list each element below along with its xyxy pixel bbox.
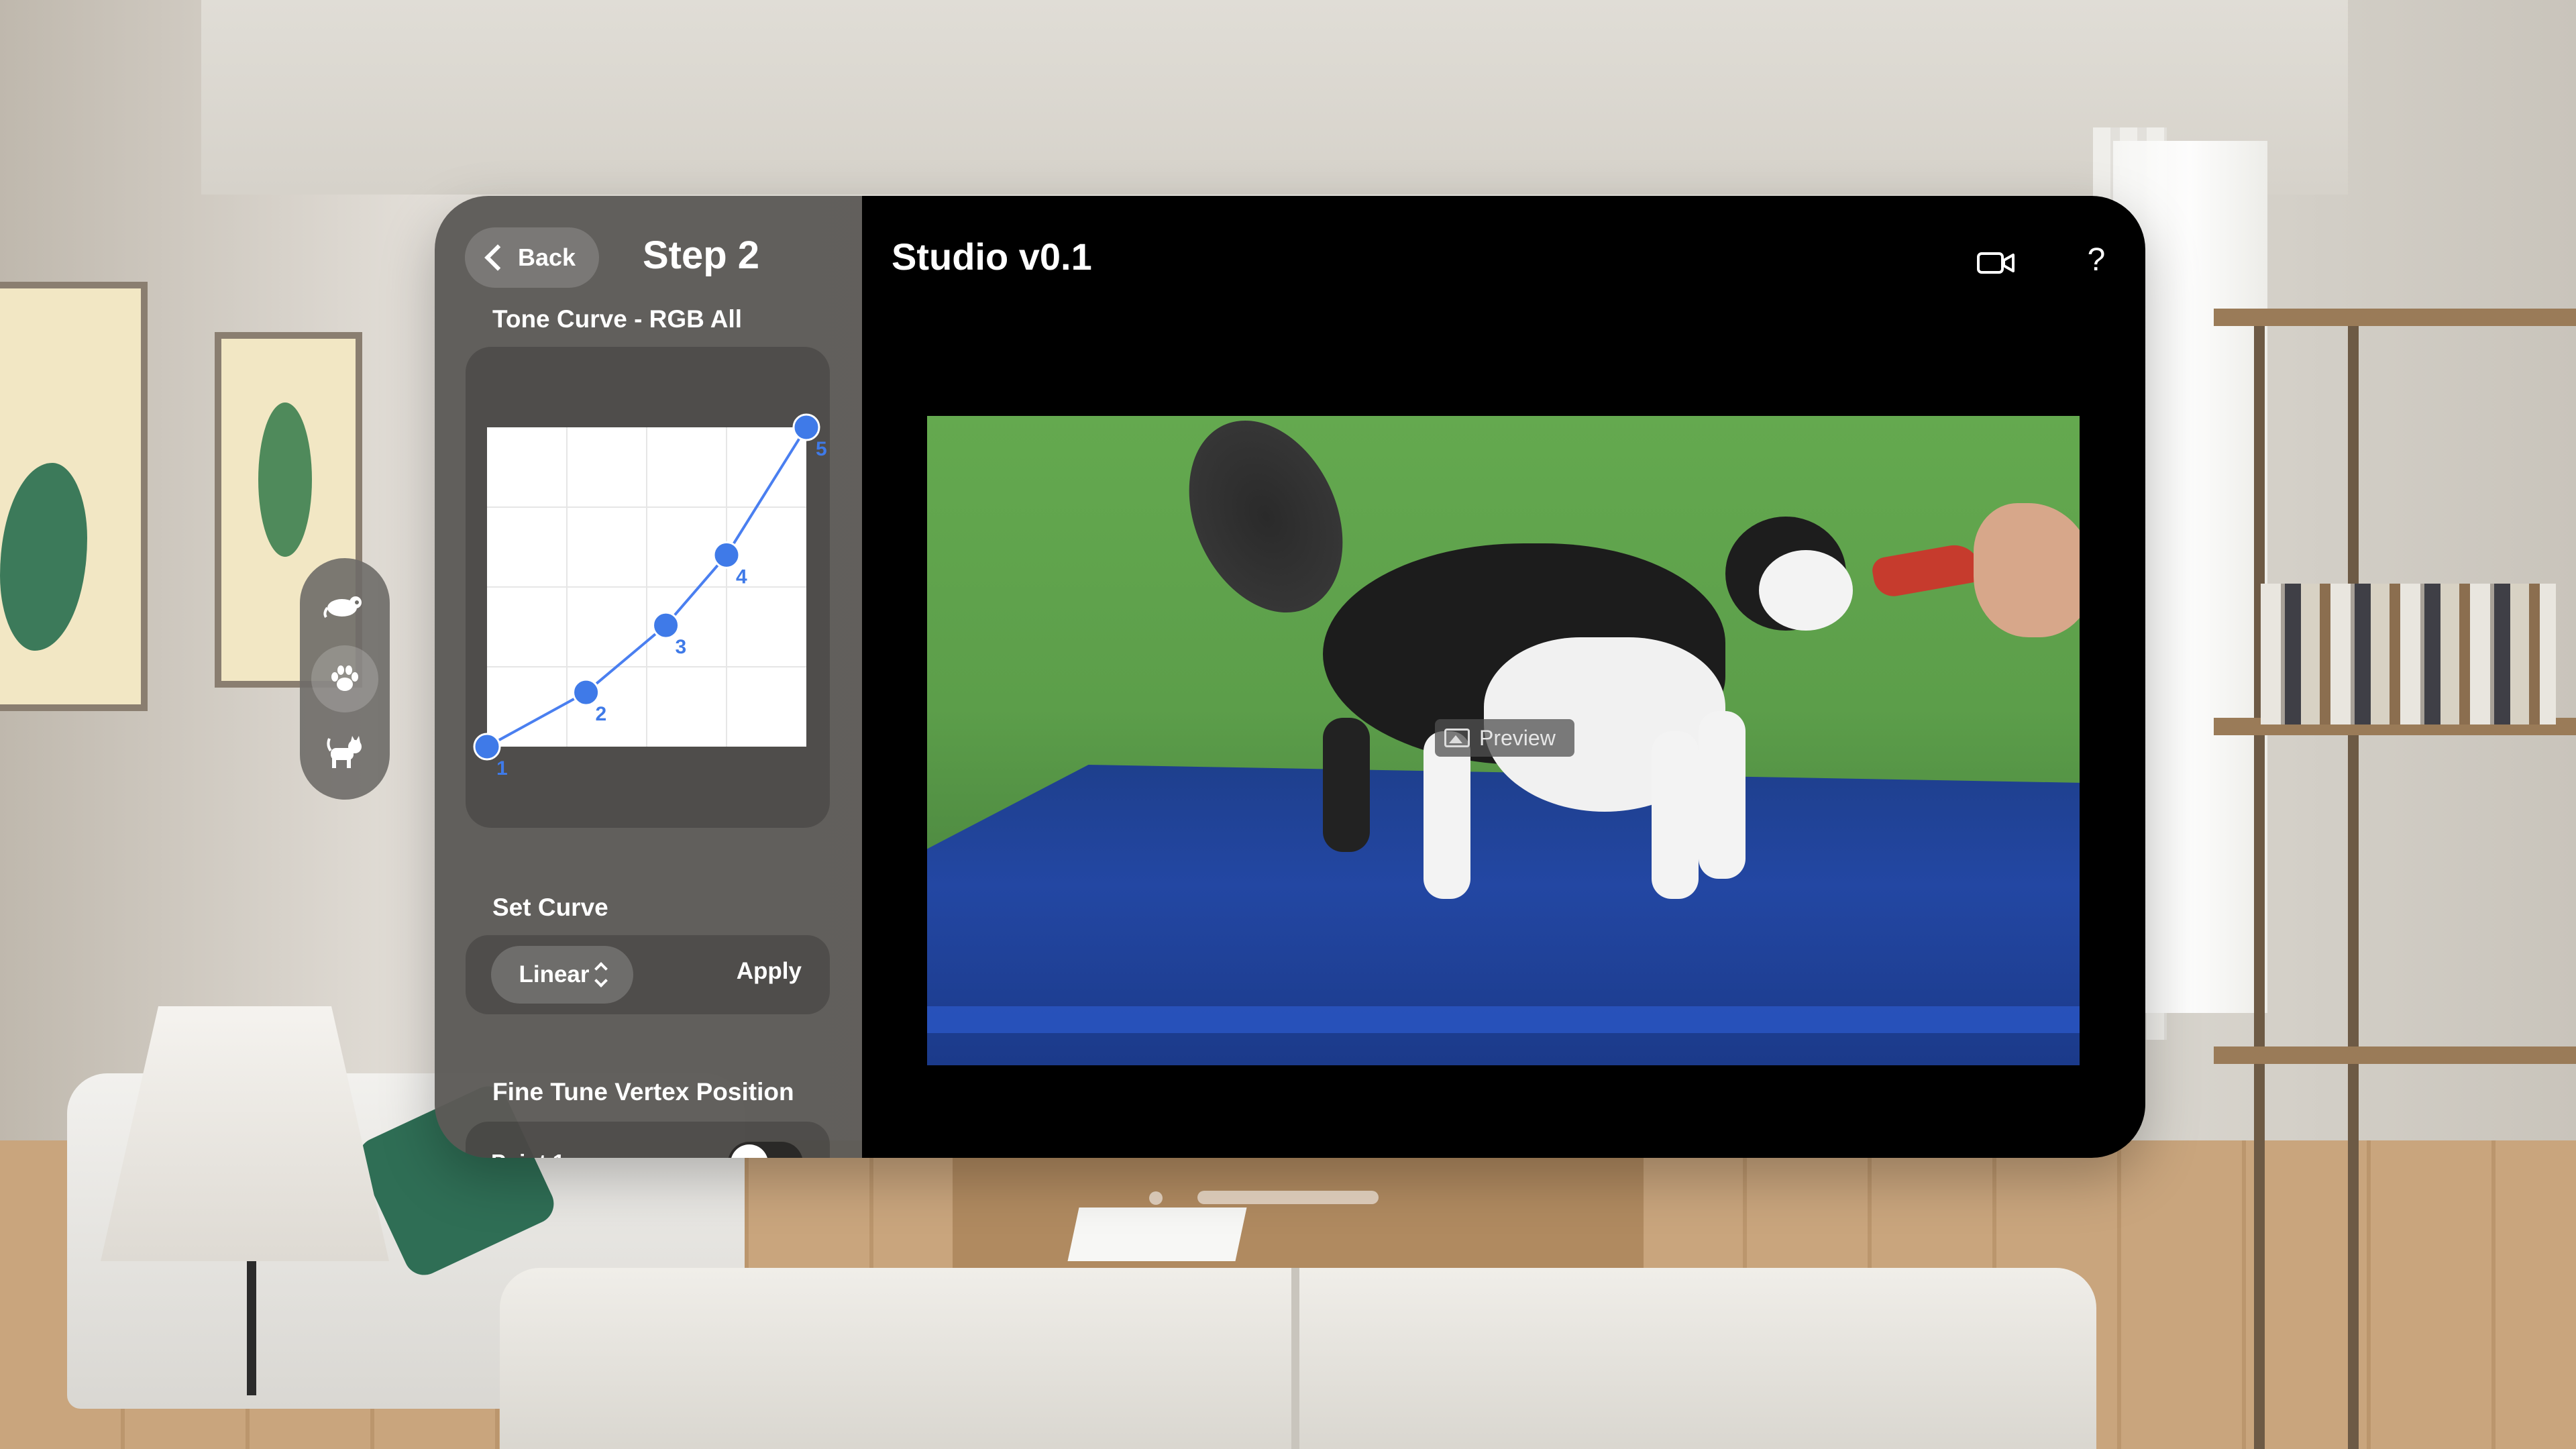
preview-cat-leg	[1699, 711, 1746, 879]
open-book	[1067, 1208, 1247, 1261]
tone-curve-editor[interactable]: 1 2 3 4 5	[466, 347, 830, 828]
preview-image: Preview	[927, 416, 2080, 1065]
curve-vertex-handle[interactable]	[572, 678, 600, 706]
cat-icon	[327, 736, 362, 768]
apply-button[interactable]: Apply	[737, 958, 802, 985]
preview-cat-leg	[1652, 731, 1699, 899]
app-window: Back Step 2 Tone Curve - RGB All 1 2 3 4 5 S…	[435, 196, 2145, 1158]
curve-mode-value: Linear	[519, 961, 590, 987]
chevron-up-down-icon	[594, 962, 608, 987]
vertex-toggle[interactable]	[728, 1142, 803, 1158]
ceiling	[201, 0, 2348, 195]
video-camera-icon	[1977, 252, 2015, 274]
preview-badge-label: Preview	[1479, 725, 1556, 750]
vertex-row-label: Point 1	[491, 1150, 565, 1158]
preview-cat-face	[1759, 550, 1853, 631]
camera-button[interactable]	[1969, 243, 2023, 283]
paw-print-icon	[331, 665, 358, 691]
window-grabber[interactable]	[1197, 1191, 1379, 1204]
preview-badge: Preview	[1435, 719, 1574, 757]
chevron-left-icon	[484, 244, 511, 271]
set-curve-row: Linear Apply	[466, 935, 830, 1014]
curve-vertex-handle[interactable]	[473, 733, 501, 761]
tone-curve-card: 1 2 3 4 5	[466, 347, 830, 828]
lamp-pole	[247, 1261, 256, 1395]
sidebar: Back Step 2 Tone Curve - RGB All 1 2 3 4 5 S…	[435, 196, 862, 1158]
window-close-dot[interactable]	[1149, 1191, 1163, 1205]
curve-vertex-label: 4	[736, 566, 747, 588]
curve-vertex-handle[interactable]	[792, 413, 820, 441]
ornament-tab-paw[interactable]	[311, 645, 378, 712]
preview-treat	[1870, 541, 1983, 600]
preview-table-edge	[927, 1006, 2080, 1033]
back-button[interactable]: Back	[465, 227, 599, 288]
toggle-knob	[731, 1144, 768, 1158]
bookshelf	[2214, 309, 2576, 1449]
toy-mouse-icon	[323, 596, 362, 619]
tone-curve-label: Tone Curve - RGB All	[492, 305, 743, 333]
ornament-tab-toy-mouse[interactable]	[311, 573, 378, 640]
preview-cat-leg	[1323, 718, 1370, 852]
step-title: Step 2	[643, 233, 760, 277]
curve-vertex-label: 3	[676, 636, 687, 658]
curve-vertex-label: 5	[816, 438, 827, 460]
back-button-label: Back	[517, 244, 576, 271]
vertex-row: Point 1	[466, 1122, 830, 1158]
books	[2261, 584, 2556, 724]
preview-cat-tail	[1159, 416, 1373, 638]
set-curve-label: Set Curve	[492, 894, 608, 921]
curve-vertex-handle[interactable]	[652, 611, 680, 639]
photo-icon	[1444, 729, 1470, 747]
coffee-table	[953, 1140, 1644, 1275]
wall-art-plant	[258, 402, 312, 557]
curve-mode-picker[interactable]: Linear	[491, 946, 633, 1004]
fine-tune-label: Fine Tune Vertex Position	[492, 1078, 794, 1106]
curve-vertex-label: 1	[496, 757, 508, 780]
curve-vertex-handle[interactable]	[712, 541, 741, 569]
main-content: Studio v0.1 ? Preview	[862, 196, 2145, 1158]
sofa-seam	[1291, 1268, 1299, 1449]
ornament-tab-cat[interactable]	[311, 719, 378, 786]
help-button[interactable]: ?	[2070, 233, 2123, 287]
curve-vertex-label: 2	[596, 703, 607, 725]
app-title: Studio v0.1	[892, 235, 1092, 278]
ornament-tab-bar	[300, 558, 390, 800]
preview-hand	[1974, 503, 2080, 637]
